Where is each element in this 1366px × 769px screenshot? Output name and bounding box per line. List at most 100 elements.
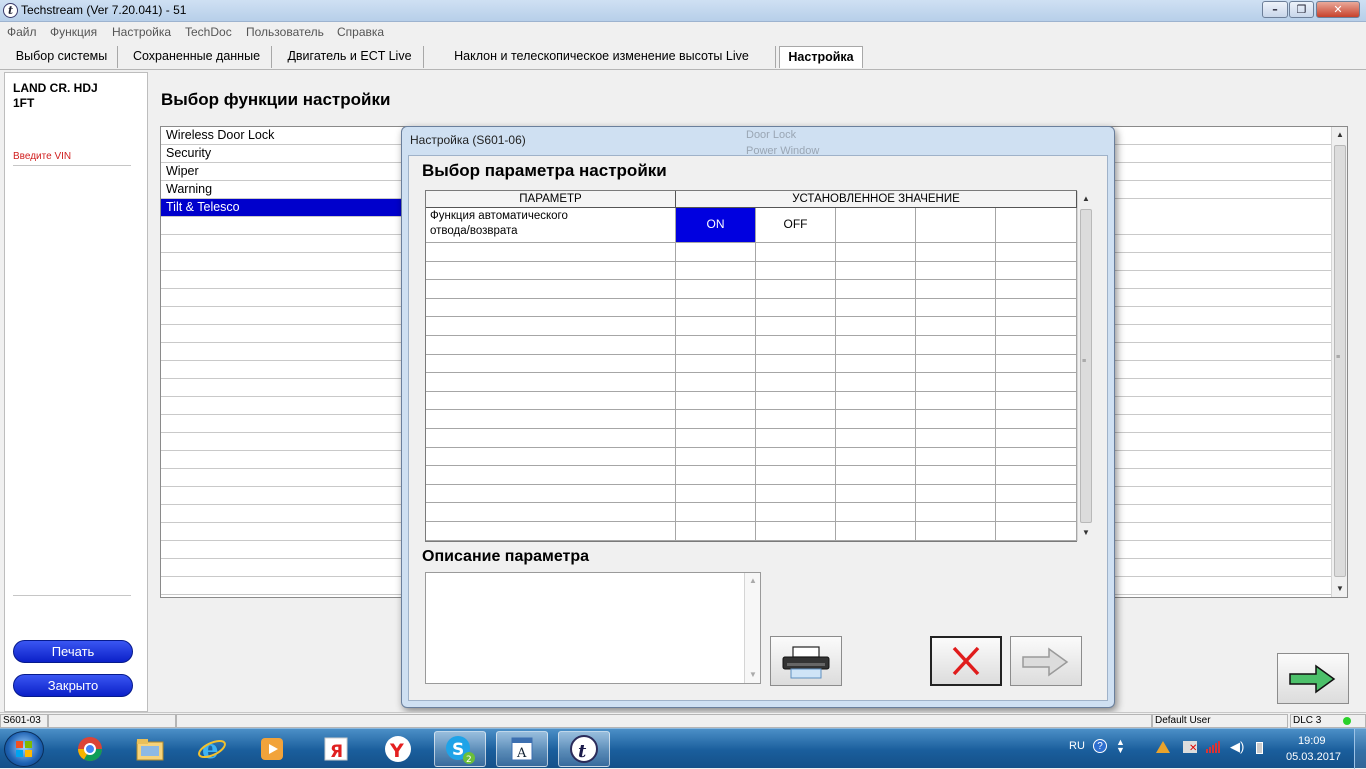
grid-cell-empty <box>756 503 836 522</box>
volume-icon[interactable]: ◀) <box>1230 739 1244 755</box>
grid-cell-empty <box>426 298 676 318</box>
grid-cell-empty <box>676 261 756 281</box>
grid-cell-empty <box>756 429 836 448</box>
grid-cell-empty <box>916 280 996 299</box>
menu-help[interactable]: Справка <box>337 25 384 39</box>
grid-cell-empty <box>756 261 836 281</box>
menu-file[interactable]: Файл <box>7 25 37 39</box>
status-cell <box>48 714 176 728</box>
grid-cell-empty <box>996 429 1077 448</box>
language-indicator[interactable]: RU <box>1069 740 1085 752</box>
grid-cell-empty <box>426 466 676 485</box>
grid-cell-empty <box>916 354 996 374</box>
list-item-selected[interactable]: Tilt & Telesco <box>161 199 404 217</box>
explorer-icon[interactable] <box>124 731 176 767</box>
function-list-scrollbar[interactable]: ▲ ≡ ▼ <box>1331 127 1347 597</box>
grid-cell-empty <box>836 336 916 355</box>
signal-icon[interactable] <box>1206 741 1220 753</box>
maximize-button[interactable]: ❐ <box>1289 1 1314 18</box>
wordpad-icon[interactable]: A <box>496 731 548 767</box>
grid-cell-empty <box>996 391 1077 411</box>
print-dialog-button[interactable] <box>770 636 842 686</box>
ie-icon[interactable]: e <box>186 731 238 767</box>
skype-icon[interactable]: S2 <box>434 731 486 767</box>
start-button[interactable] <box>4 731 44 767</box>
help-icon[interactable]: ? <box>1093 739 1107 753</box>
tab-saved-data[interactable]: Сохраненные данные <box>122 46 272 68</box>
minimize-button[interactable]: – <box>1262 1 1288 18</box>
grid-cell-empty <box>756 354 836 374</box>
techstream-app-icon[interactable]: t <box>3 3 18 18</box>
tab-customize[interactable]: Настройка <box>779 46 863 68</box>
grid-cell-empty <box>676 298 756 318</box>
grid-cell-empty <box>836 429 916 448</box>
menu-setup[interactable]: Настройка <box>112 25 171 39</box>
next-button[interactable] <box>1277 653 1349 704</box>
clock-date[interactable]: 05.03.2017 <box>1286 751 1341 763</box>
scroll-thumb[interactable]: ≡ <box>1334 145 1346 577</box>
grid-cell-empty <box>756 522 836 541</box>
scroll-down-icon[interactable]: ▼ <box>745 667 761 683</box>
techstream-icon[interactable]: t <box>558 731 610 767</box>
grid-cell-empty <box>756 373 836 392</box>
status-user: Default User <box>1152 714 1288 728</box>
tab-tilt-telescopic-live[interactable]: Наклон и телескопическое изменение высот… <box>428 46 776 68</box>
grid-cell-empty <box>916 391 996 411</box>
print-button[interactable]: Печать <box>13 640 133 663</box>
grid-cell-empty <box>916 373 996 392</box>
vehicle-info: LAND CR. HDJ 1FT <box>13 81 133 111</box>
grid-cell-empty <box>836 243 916 262</box>
close-button[interactable]: Закрыто <box>13 674 133 697</box>
grid-cell-empty <box>676 410 756 429</box>
grid-cell-empty <box>916 298 996 318</box>
menu-techdoc[interactable]: TechDoc <box>185 25 232 39</box>
chrome-icon[interactable] <box>64 731 116 767</box>
grid-cell-empty <box>836 410 916 429</box>
grid-cell-empty <box>676 484 756 504</box>
scroll-down-icon[interactable]: ▼ <box>1078 525 1094 541</box>
value-on-option[interactable]: ON <box>676 208 756 243</box>
tab-system-select[interactable]: Выбор системы <box>6 46 118 68</box>
grid-cell-empty <box>916 466 996 485</box>
description-heading: Описание параметра <box>422 548 590 565</box>
scroll-down-icon[interactable]: ▼ <box>1332 581 1347 597</box>
taskbar: e Я Y S2 A t RU ? ▲ ▼ ✕ ◀) 19:09 05.03.20… <box>0 728 1366 769</box>
vin-prompt[interactable]: Введите VIN <box>13 151 71 162</box>
battery-icon[interactable] <box>1256 742 1263 754</box>
menu-user[interactable]: Пользователь <box>246 25 324 39</box>
status-dlc: DLC 3 <box>1290 714 1366 728</box>
action-center-icon[interactable] <box>1156 741 1170 753</box>
scroll-up-icon[interactable]: ▲ <box>1078 191 1094 207</box>
yandex-browser-icon[interactable]: Y <box>372 731 424 767</box>
scroll-up-icon[interactable]: ▲ <box>1332 127 1347 143</box>
grid-cell-empty <box>426 373 676 392</box>
show-desktop-button[interactable] <box>1354 729 1366 769</box>
parameter-line: Функция автоматического <box>430 210 568 222</box>
yandex-icon[interactable]: Я <box>310 731 362 767</box>
parameter-grid: ПАРАМЕТР УСТАНОВЛЕННОЕ ЗНАЧЕНИЕ Функция … <box>425 190 1093 542</box>
network-error-icon[interactable]: ✕ <box>1183 741 1197 754</box>
value-off-option[interactable]: OFF <box>756 208 836 243</box>
next-dialog-button[interactable] <box>1010 636 1082 686</box>
media-icon[interactable] <box>246 731 298 767</box>
grid-cell-empty <box>426 261 676 281</box>
scroll-up-icon[interactable]: ▲ <box>745 573 761 589</box>
scroll-thumb[interactable]: ≡ <box>1080 209 1092 523</box>
description-box[interactable]: ▲ ▼ <box>425 572 761 684</box>
clock-time[interactable]: 19:09 <box>1298 735 1326 747</box>
grid-cell-empty <box>426 447 676 467</box>
menu-function[interactable]: Функция <box>50 25 97 39</box>
grid-scrollbar[interactable]: ▲ ≡ ▼ <box>1077 191 1093 541</box>
tray-expand-icon[interactable]: ▲ ▼ <box>1116 738 1125 755</box>
grid-cell-empty <box>996 354 1077 374</box>
grid-cell-empty <box>836 373 916 392</box>
tab-engine-ect-live[interactable]: Двигатель и ECT Live <box>276 46 424 68</box>
description-scrollbar[interactable]: ▲ ▼ <box>744 573 760 683</box>
grid-cell-empty <box>676 429 756 448</box>
grid-cell-empty <box>916 336 996 355</box>
grid-cell-empty <box>426 410 676 429</box>
close-window-button[interactable]: ✕ <box>1316 1 1360 18</box>
grid-cell-empty <box>756 280 836 299</box>
cancel-button[interactable] <box>930 636 1002 686</box>
svg-text:Y: Y <box>389 740 404 762</box>
